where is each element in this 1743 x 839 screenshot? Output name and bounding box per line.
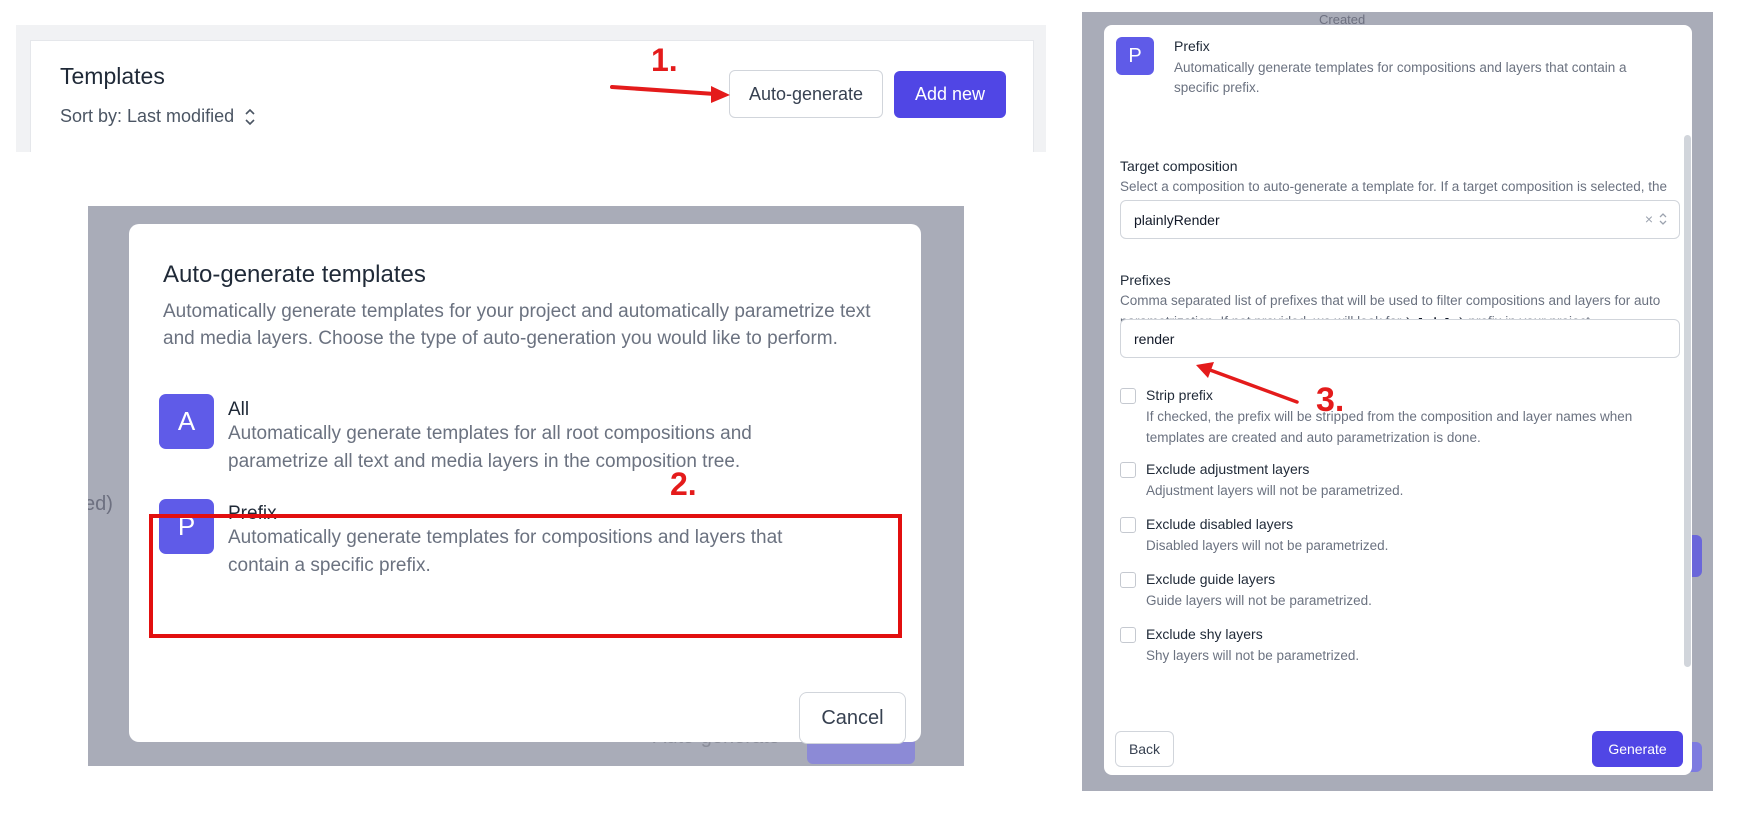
- arrow-1: [610, 85, 730, 103]
- arrow-3: [1196, 362, 1299, 404]
- annotation-arrows: [610, 85, 1299, 404]
